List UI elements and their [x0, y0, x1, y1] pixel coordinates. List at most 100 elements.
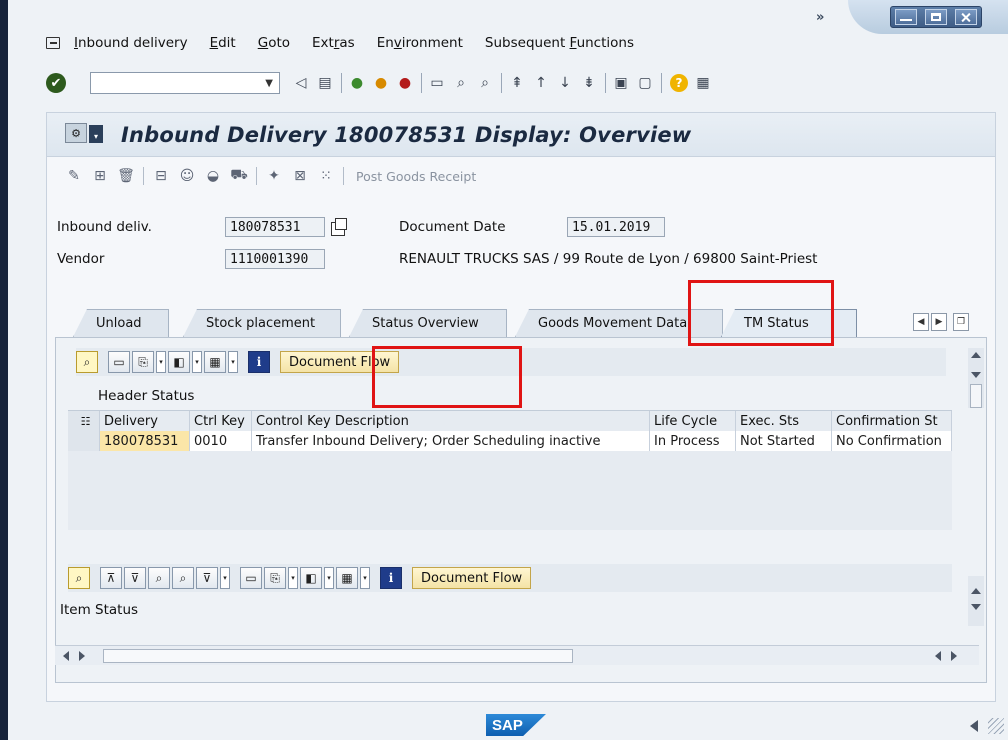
header-status-vscroll[interactable] — [968, 348, 984, 408]
details-icon[interactable]: ⌕ — [76, 351, 98, 373]
scroll-left-icon[interactable] — [63, 651, 69, 661]
print-icon[interactable]: ▭ — [428, 74, 446, 92]
row-selector[interactable] — [68, 431, 100, 451]
transaction-icon[interactable]: ⚙ — [65, 123, 87, 143]
find-next-icon[interactable]: ⌕ — [476, 74, 494, 92]
export-icon[interactable]: ⎘ — [264, 567, 286, 589]
filter-dropdown-icon[interactable]: ▾ — [220, 567, 230, 589]
menu-goto[interactable]: Goto — [258, 35, 290, 51]
partner-icon[interactable]: ☺ — [178, 167, 196, 185]
print-preview-icon[interactable]: ▭ — [240, 567, 262, 589]
display-change-icon[interactable]: ✎ — [65, 167, 83, 185]
menu-subsequent-functions[interactable]: Subsequent Functions — [485, 35, 634, 51]
tab-status-overview[interactable]: Status Overview — [349, 309, 507, 337]
scroll-down-icon[interactable] — [971, 604, 981, 610]
views-dropdown-icon[interactable]: ▾ — [324, 567, 334, 589]
items-icon[interactable]: ⊟ — [152, 167, 170, 185]
close-icon[interactable] — [955, 9, 977, 25]
details-icon[interactable]: ⌕ — [68, 567, 90, 589]
maximize-icon[interactable] — [925, 9, 947, 25]
cell-ctrl-key[interactable]: 0010 — [190, 431, 252, 451]
export-dropdown-icon[interactable]: ▾ — [156, 351, 166, 373]
col-ctrl-key[interactable]: Ctrl Key — [190, 411, 252, 431]
resize-grip-icon[interactable] — [988, 718, 1004, 734]
inbound-delivery-field[interactable]: 180078531 — [225, 217, 325, 237]
menu-environment[interactable]: Environment — [377, 35, 463, 51]
command-field[interactable]: ▼ — [90, 72, 280, 94]
shortcut-icon[interactable]: ▢ — [636, 74, 654, 92]
tab-stock-placement[interactable]: Stock placement — [183, 309, 341, 337]
minimize-icon[interactable] — [895, 9, 917, 25]
info-icon[interactable]: i — [380, 567, 402, 589]
system-menu-icon[interactable] — [46, 37, 60, 49]
vendor-field[interactable]: 1110001390 — [225, 249, 325, 269]
views-icon[interactable]: ◧ — [168, 351, 190, 373]
first-page-icon[interactable]: ⇞ — [508, 74, 526, 92]
cell-life-cycle[interactable]: In Process — [650, 431, 736, 451]
copy-icon[interactable] — [331, 218, 347, 236]
tab-list-icon[interactable]: ❐ — [953, 313, 969, 331]
layout-dropdown-icon[interactable]: ▾ — [360, 567, 370, 589]
services-icon[interactable]: ✦ — [265, 167, 283, 185]
item-status-hscroll[interactable] — [55, 645, 979, 665]
layout-icon[interactable]: ▦ — [204, 351, 226, 373]
filter-icon[interactable]: ⊽ — [196, 567, 218, 589]
scroll-up-icon[interactable] — [971, 588, 981, 594]
document-date-field[interactable]: 15.01.2019 — [567, 217, 665, 237]
scroll-right-icon[interactable] — [79, 651, 85, 661]
layout-dropdown-icon[interactable]: ▾ — [228, 351, 238, 373]
new-session-icon[interactable]: ▣ — [612, 74, 630, 92]
exit-icon[interactable]: ● — [372, 74, 390, 92]
menu-extras[interactable]: Extras — [312, 35, 355, 51]
status-collapse-icon[interactable] — [970, 720, 978, 732]
enter-check-icon[interactable]: ✔ — [46, 73, 66, 93]
scroll-thumb[interactable] — [970, 384, 982, 408]
next-page-icon[interactable]: ↓ — [556, 74, 574, 92]
scroll-left-icon[interactable] — [935, 651, 941, 661]
overview-icon[interactable]: ⁙ — [317, 167, 335, 185]
layout-menu-icon[interactable]: ▦ — [694, 74, 712, 92]
export-icon[interactable]: ⎘ — [132, 351, 154, 373]
col-life-cycle[interactable]: Life Cycle — [650, 411, 736, 431]
last-page-icon[interactable]: ⇟ — [580, 74, 598, 92]
scroll-up-icon[interactable] — [971, 352, 981, 358]
select-all-icon[interactable]: ☷ — [68, 411, 100, 431]
header-icon[interactable]: ◒ — [204, 167, 222, 185]
sort-descending-icon[interactable]: ⊽ — [124, 567, 146, 589]
scroll-thumb[interactable] — [103, 649, 573, 663]
views-dropdown-icon[interactable]: ▾ — [192, 351, 202, 373]
scroll-right-icon[interactable] — [951, 651, 957, 661]
previous-page-icon[interactable]: ↑ — [532, 74, 550, 92]
cancel-icon[interactable]: ● — [396, 74, 414, 92]
back-icon[interactable]: ● — [348, 74, 366, 92]
output-icon[interactable]: ⊠ — [291, 167, 309, 185]
document-flow-button-item[interactable]: Document Flow — [412, 567, 532, 589]
cell-confirmation-status[interactable]: No Confirmation — [832, 431, 952, 451]
find-icon[interactable]: ⌕ — [148, 567, 170, 589]
tab-unload[interactable]: Unload — [73, 309, 169, 337]
find-icon[interactable]: ⌕ — [452, 74, 470, 92]
sort-ascending-icon[interactable]: ⊼ — [100, 567, 122, 589]
cell-control-key-description[interactable]: Transfer Inbound Delivery; Order Schedul… — [252, 431, 650, 451]
back-arrow-icon[interactable]: ◁ — [292, 74, 310, 92]
menu-overflow-icon[interactable]: » — [816, 10, 824, 25]
menu-edit[interactable]: Edit — [210, 35, 236, 51]
menu-inbound-delivery[interactable]: Inbound delivery — [74, 35, 188, 51]
col-exec-sts[interactable]: Exec. Sts — [736, 411, 832, 431]
save-icon[interactable]: ▤ — [316, 74, 334, 92]
tab-scroll-left-icon[interactable]: ◀ — [913, 313, 929, 331]
info-icon[interactable]: i — [248, 351, 270, 373]
title-menu-dropdown-icon[interactable]: ▾ — [89, 125, 103, 143]
layout-icon[interactable]: ▦ — [336, 567, 358, 589]
create-icon[interactable]: ⊞ — [91, 167, 109, 185]
shipment-icon[interactable]: ⛟ — [230, 167, 248, 185]
col-confirmation-status[interactable]: Confirmation St — [832, 411, 952, 431]
col-delivery[interactable]: Delivery — [100, 411, 190, 431]
cell-delivery[interactable]: 180078531 — [100, 431, 190, 451]
export-dropdown-icon[interactable]: ▾ — [288, 567, 298, 589]
item-status-vscroll[interactable] — [968, 576, 984, 626]
find-next-icon[interactable]: ⌕ — [172, 567, 194, 589]
table-row[interactable]: 180078531 0010 Transfer Inbound Delivery… — [68, 431, 952, 451]
col-control-key-description[interactable]: Control Key Description — [252, 411, 650, 431]
delete-icon[interactable]: 🗑 — [117, 167, 135, 185]
